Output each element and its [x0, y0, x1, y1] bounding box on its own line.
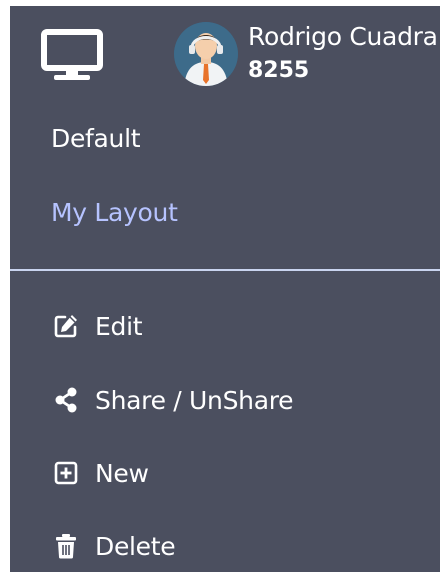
share-unshare-button[interactable]: Share / UnShare [51, 380, 294, 420]
user-extension: 8255 [248, 58, 310, 83]
menu-divider [10, 269, 440, 271]
layout-item-default[interactable]: Default [51, 124, 141, 153]
delete-button[interactable]: Delete [51, 526, 176, 566]
plus-square-icon [51, 458, 81, 488]
share-icon [51, 385, 81, 415]
edit-label: Edit [95, 311, 143, 341]
trash-icon [51, 531, 81, 561]
new-label: New [95, 458, 149, 488]
layout-item-my-layout[interactable]: My Layout [51, 198, 178, 227]
user-profile: Rodrigo Cuadra 8255 [174, 18, 440, 88]
user-name: Rodrigo Cuadra [248, 22, 438, 51]
new-button[interactable]: New [51, 453, 149, 493]
avatar [174, 22, 238, 86]
share-label: Share / UnShare [95, 385, 294, 415]
edit-button[interactable]: Edit [51, 306, 143, 346]
edit-icon [51, 311, 81, 341]
desktop-monitor-icon[interactable] [40, 28, 104, 84]
delete-label: Delete [95, 531, 176, 561]
layout-menu-panel: Rodrigo Cuadra 8255 Default My Layout Ed… [10, 6, 440, 572]
